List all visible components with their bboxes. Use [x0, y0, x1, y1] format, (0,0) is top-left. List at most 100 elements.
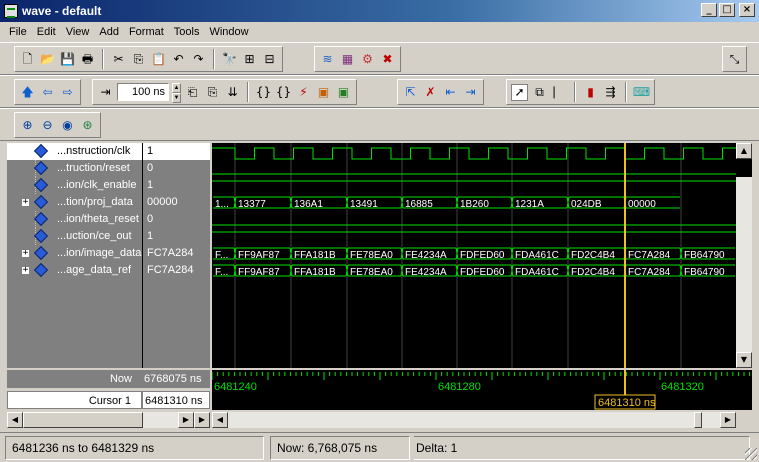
- cursor-value[interactable]: 6481310 ns: [142, 391, 210, 409]
- select-icon[interactable]: ➚: [511, 83, 528, 101]
- timeline-canvas[interactable]: 6481240 6481280 6481320 6481310 ns: [212, 370, 752, 410]
- scroll-left-button[interactable]: ◀: [212, 412, 228, 428]
- hierarchy-icon[interactable]: ⊟: [261, 51, 278, 68]
- signal-diamond-icon: [33, 211, 49, 227]
- menu-window[interactable]: Window: [204, 26, 253, 38]
- next-edge-icon[interactable]: ⇥: [462, 84, 479, 101]
- signal-diamond-icon: [33, 262, 49, 278]
- signal-row[interactable]: ...nstruction/clk: [7, 143, 142, 160]
- break-icon[interactable]: ⚡: [295, 84, 312, 101]
- delete-icon[interactable]: ✖: [379, 51, 396, 68]
- add-cursor-icon[interactable]: ⇱: [402, 84, 419, 101]
- step-over-icon[interactable]: {}: [275, 84, 292, 101]
- wave-horizontal-scrollbar[interactable]: ◀ ▶: [212, 412, 736, 428]
- menu-view[interactable]: View: [61, 26, 95, 38]
- expand-icon[interactable]: +: [21, 266, 30, 275]
- edge-icon[interactable]: ⇶: [602, 84, 619, 101]
- back-arrow-icon[interactable]: ⇦: [39, 84, 56, 101]
- signal-icon[interactable]: ▮: [582, 84, 599, 101]
- run-length-input[interactable]: 100 ns: [117, 83, 169, 101]
- image-data-value-label: FDA461C: [515, 250, 559, 261]
- run-length-spinner[interactable]: ▲ ▼: [172, 83, 181, 103]
- waveform-canvas[interactable]: 1... 13377 136A1 13491 16885 1B260 1231A 024DB 0…: [212, 143, 736, 368]
- minimize-button[interactable]: _: [701, 3, 717, 17]
- zoom-box-icon[interactable]: ⧉: [531, 84, 548, 101]
- vertical-scroll-thumb[interactable]: [736, 159, 752, 177]
- signal-row[interactable]: ...uction/ce_out: [7, 228, 142, 245]
- signal-row[interactable]: + ...tion/proj_data: [7, 194, 142, 211]
- dock-icon[interactable]: ⤡: [726, 51, 743, 68]
- cursor-tag[interactable]: 6481310 ns: [598, 397, 656, 409]
- menu-tools[interactable]: Tools: [169, 26, 205, 38]
- signal-row[interactable]: ...truction/reset: [7, 160, 142, 177]
- grid-icon[interactable]: ⊞: [241, 51, 258, 68]
- toolbar-separator: [574, 82, 576, 102]
- delete-cursor-icon[interactable]: ✗: [422, 84, 439, 101]
- timeline-ruler[interactable]: 6481240 6481280 6481320 6481310 ns: [212, 370, 752, 410]
- cursor-label[interactable]: Cursor 1: [7, 391, 142, 409]
- signal-row[interactable]: ...ion/clk_enable: [7, 177, 142, 194]
- image-data-value-label: FB64790: [684, 250, 725, 261]
- continue-icon[interactable]: ⎘: [204, 84, 221, 101]
- value-row: 00000: [143, 194, 210, 211]
- scroll-right-button[interactable]: ▶: [194, 412, 210, 428]
- layers-icon[interactable]: ≋: [319, 51, 336, 68]
- cut-icon[interactable]: ✂: [110, 51, 127, 68]
- scroll-up-button[interactable]: ▲: [736, 143, 752, 159]
- stop-icon[interactable]: ▣: [335, 84, 352, 101]
- names-horizontal-scrollbar[interactable]: ◀ ▶ ▶: [7, 412, 210, 428]
- prev-edge-icon[interactable]: ⇤: [442, 84, 459, 101]
- menu-add[interactable]: Add: [94, 26, 124, 38]
- redo-icon[interactable]: ↷: [190, 51, 207, 68]
- resize-grip-icon[interactable]: [745, 448, 757, 460]
- menu-edit[interactable]: Edit: [32, 26, 61, 38]
- signal-value: FC7A284: [147, 264, 194, 276]
- wave-scroll-thumb[interactable]: [694, 412, 702, 428]
- close-button[interactable]: ×: [739, 3, 755, 17]
- toolbar-row-file: 🗋 📂 💾 🖶 ✂ ⎘ 📋 ↶ ↷ 🔭 ⊞ ⊟ ≋ ▦ ⚙ ✖ ⤡: [0, 42, 759, 75]
- image-data-ref-value-label: FE78EA0: [350, 267, 393, 278]
- signal-row[interactable]: ...ion/theta_reset: [7, 211, 142, 228]
- value-row: 1: [143, 228, 210, 245]
- signal-row[interactable]: + ...age_data_ref: [7, 262, 142, 279]
- open-icon[interactable]: 📂: [39, 51, 56, 68]
- restart-icon[interactable]: ▣: [315, 84, 332, 101]
- table-icon[interactable]: ▦: [339, 51, 356, 68]
- scroll-right-button[interactable]: ▶: [178, 412, 194, 428]
- copy-icon[interactable]: ⎘: [130, 51, 147, 68]
- paste-icon[interactable]: 📋: [150, 51, 167, 68]
- menu-file[interactable]: File: [4, 26, 32, 38]
- toolbar-separator: [213, 49, 215, 69]
- compile-icon[interactable]: ⚙: [359, 51, 376, 68]
- up-arrow-icon[interactable]: 🡅: [19, 84, 36, 101]
- zoom-fit-icon[interactable]: ◉: [59, 117, 76, 134]
- cursor-icon[interactable]: ⎸: [551, 84, 568, 101]
- status-range: 6481236 ns to 6481329 ns: [5, 436, 264, 460]
- scroll-right-button[interactable]: ▶: [720, 412, 736, 428]
- format-icon[interactable]: ⌨: [633, 84, 650, 101]
- image-data-value-label: FE78EA0: [350, 250, 393, 261]
- new-icon[interactable]: 🗋: [19, 51, 36, 68]
- find-icon[interactable]: 🔭: [221, 51, 238, 68]
- save-icon[interactable]: 💾: [59, 51, 76, 68]
- names-scroll-thumb[interactable]: [23, 412, 143, 428]
- expand-icon[interactable]: +: [21, 198, 30, 207]
- zoom-cursor-icon[interactable]: ⊛: [79, 117, 96, 134]
- undo-icon[interactable]: ↶: [170, 51, 187, 68]
- print-icon[interactable]: 🖶: [79, 51, 96, 68]
- forward-arrow-icon[interactable]: ⇨: [59, 84, 76, 101]
- scroll-down-button[interactable]: ▼: [736, 352, 752, 368]
- run-all-icon[interactable]: ⇊: [224, 84, 241, 101]
- run-icon[interactable]: ⎗: [184, 84, 201, 101]
- vertical-scrollbar[interactable]: ▲ ▼: [736, 143, 752, 368]
- run-length-icon[interactable]: ⇥: [97, 84, 114, 101]
- menu-format[interactable]: Format: [124, 26, 169, 38]
- maximize-button[interactable]: □: [719, 3, 735, 17]
- waveform-pane[interactable]: 1... 13377 136A1 13491 16885 1B260 1231A 024DB 0…: [212, 143, 736, 368]
- zoom-in-icon[interactable]: ⊕: [19, 117, 36, 134]
- step-icon[interactable]: {}: [255, 84, 272, 101]
- signal-row[interactable]: + ...ion/image_data: [7, 245, 142, 262]
- expand-icon[interactable]: +: [21, 249, 30, 258]
- zoom-out-icon[interactable]: ⊖: [39, 117, 56, 134]
- scroll-left-button[interactable]: ◀: [7, 412, 23, 428]
